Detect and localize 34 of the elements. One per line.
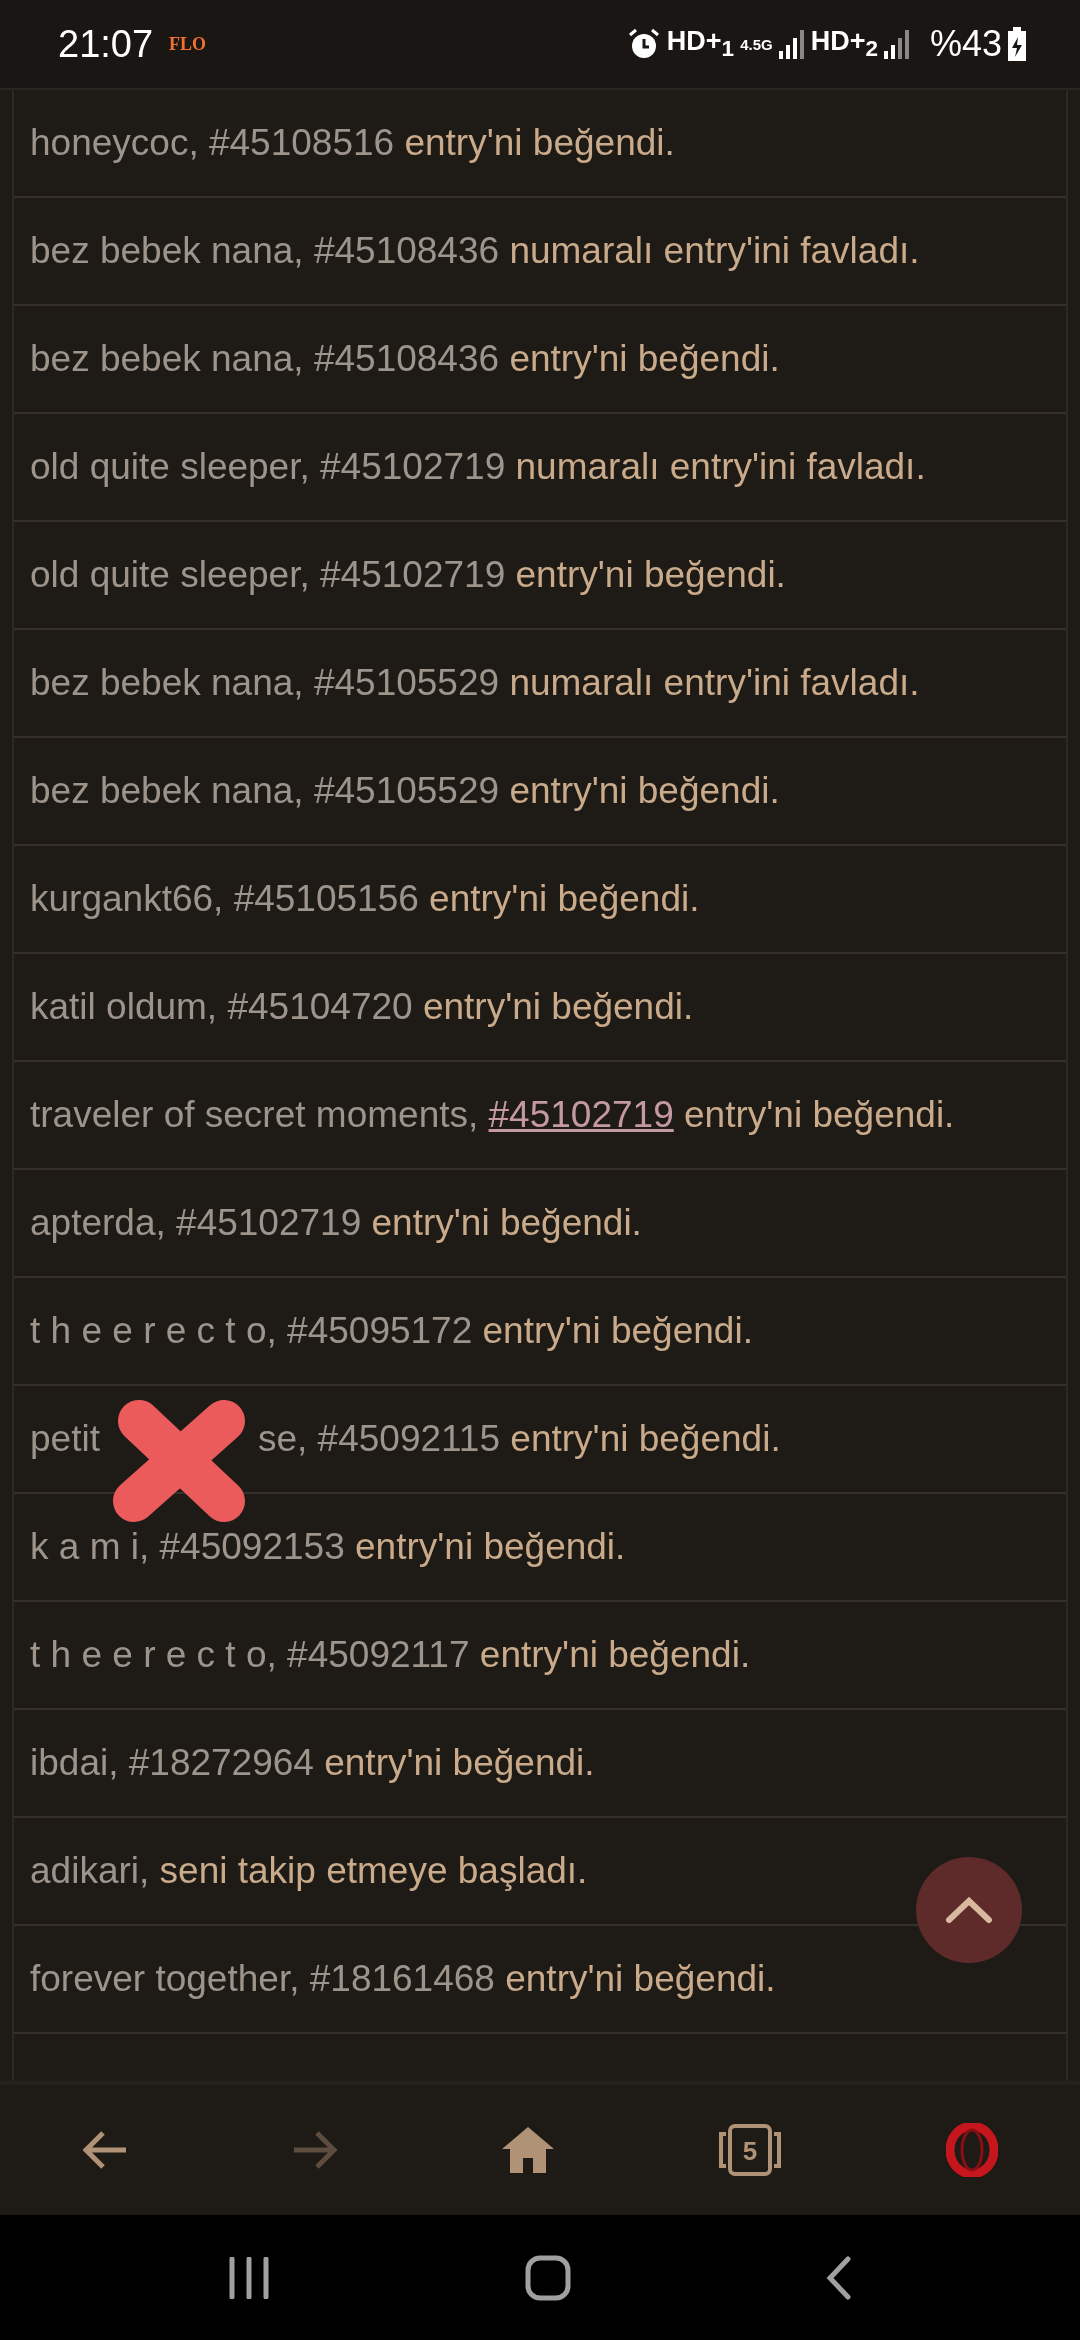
network-type: 4.5G [740,36,773,52]
notification-text: bez bebek nana, #45105529 entry'ni beğendi. [14,738,1066,846]
battery-percent: %43 [929,23,1002,65]
notification-text: honeycoc, #45108516 entry'ni beğendi. [14,90,1066,198]
signal-icon [883,29,910,59]
battery-charging-icon [1008,27,1026,61]
notification-text: bez bebek nana, #45108436 entry'ni beğendi. [14,306,1066,414]
entry-link[interactable]: #45102719 [488,1094,674,1135]
network-label: HD+$_{1}$ [666,25,735,63]
notification-text: katil oldum, #45104720 entry'ni beğendi. [14,954,1066,1062]
notification-text: old quite sleeper, #45102719 numaralı entry'ini favladı. [14,414,1066,522]
notification-text: kurgankt66, #45105156 entry'ni beğendi. [14,846,1066,954]
notification-text: t h e e r e c t o, #45095172 entry'ni beğendi. [14,1278,1066,1386]
notification-text: k a m i, #45092153 entry'ni beğendi. [14,1494,1066,1602]
notification-text: bez bebek nana, #45108436 numaralı entry'ini favladı. [14,198,1066,306]
notification-text: t h e e r e c t o, #45092117 entry'ni beğendi. [14,1602,1066,1710]
notification-text: old quite sleeper, #45102719 entry'ni beğendi. [14,522,1066,630]
app-label: FLO [169,33,207,55]
network-label: HD+$_{2}$ [810,25,878,63]
rounded-square-icon [525,2254,571,2301]
clock-time: 21:07 [58,22,154,66]
chevron-up-icon [945,1896,993,1924]
notification-text: traveler of secret moments, #45102719 entry'ni beğendi. [14,1062,1066,1170]
tabs-button[interactable]: 5 [708,2114,792,2186]
recents-icon [227,2256,270,2299]
signal-icon [778,29,805,59]
notification-text: bez bebek nana, #45105529 numaralı entry'ini favladı. [14,630,1066,738]
alarm-icon [626,28,661,60]
notification-text: petit se, #45092115 entry'ni beğendi. [14,1386,1066,1494]
chevron-left-icon [826,2255,853,2300]
ring-logo-icon [946,2123,998,2177]
home-icon [502,2127,554,2173]
notification-text: apterda, #45102719 entry'ni beğendi. [14,1170,1066,1278]
notification-text: ibdai, #18272964 entry'ni beğendi. [14,1710,1066,1818]
